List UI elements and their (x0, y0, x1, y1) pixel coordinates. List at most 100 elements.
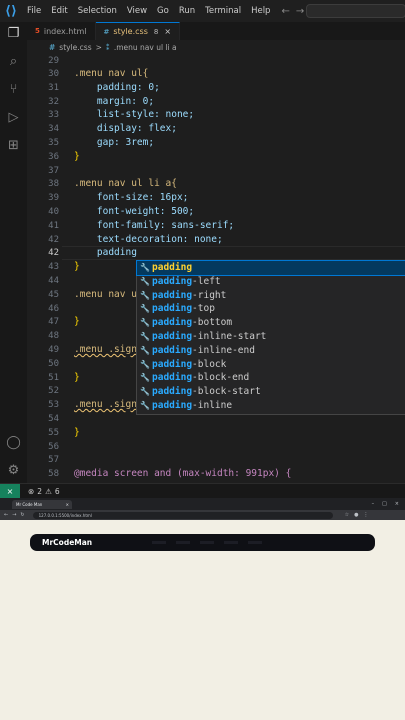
run-debug-icon[interactable]: ▷ (4, 108, 23, 127)
warning-count: 6 (54, 486, 60, 496)
back-arrow-icon[interactable]: ← (281, 6, 289, 17)
maximize-icon[interactable]: □ (382, 501, 387, 507)
error-count: 2 (37, 486, 43, 496)
close-window-icon[interactable]: × (395, 501, 399, 507)
code-line: 37 (27, 164, 405, 178)
menu-file[interactable]: File (22, 0, 46, 22)
wrench-icon: 🔧 (140, 400, 150, 410)
menu-selection[interactable]: Selection (73, 0, 122, 22)
suggestion-item[interactable]: 🔧 padding -inline-end (137, 344, 405, 358)
suggestion-item[interactable]: 🔧 padding (136, 260, 405, 276)
settings-gear-icon[interactable]: ⚙ (4, 461, 23, 480)
title-bar: ⟨⟩ File Edit Selection View Go Run Termi… (0, 0, 405, 22)
profile-icon[interactable]: ● (354, 512, 358, 518)
suggestion-rest: -bottom (192, 317, 233, 329)
code-text: display: flex; (74, 123, 177, 135)
more-menu-icon[interactable]: ⋮ (363, 512, 368, 518)
suggestion-item[interactable]: 🔧 padding -bottom (137, 316, 405, 330)
menu-help[interactable]: Help (246, 0, 275, 22)
explorer-icon[interactable]: ❐ (4, 24, 23, 43)
menu-terminal[interactable]: Terminal (200, 0, 246, 22)
line-number: 52 (48, 386, 59, 397)
reload-icon[interactable]: ↻ (20, 512, 24, 518)
tab-style-css[interactable]: # style.css 8 × (95, 22, 181, 40)
nav-arrows: ← → (281, 6, 304, 17)
nav-link[interactable] (248, 541, 263, 544)
suggestion-item[interactable]: 🔧 padding -left (137, 275, 405, 289)
line-number: 49 (48, 345, 59, 355)
code-line: 34 display: flex; (27, 122, 405, 136)
suggestion-rest: -block-end (192, 372, 250, 384)
code-text: gap: 3rem; (74, 137, 155, 148)
breadcrumb-file[interactable]: style.css (59, 43, 91, 52)
suggestion-item[interactable]: 🔧 padding -block-start (137, 385, 405, 399)
search-icon[interactable]: ⌕ (4, 52, 23, 71)
selector-symbol-icon: ⁑ (105, 42, 110, 52)
problems-count-badge: 8 (153, 27, 159, 36)
back-icon[interactable]: ← (4, 512, 8, 518)
suggestion-item[interactable]: 🔧 padding -block-end (137, 371, 405, 385)
breadcrumb-separator: > (95, 42, 102, 52)
vscode-window: ⟨⟩ File Edit Selection View Go Run Termi… (0, 0, 405, 499)
code-line-current: 42 padding (27, 246, 405, 261)
forward-icon[interactable]: → (12, 512, 16, 518)
suggestion-match: padding (152, 399, 193, 411)
line-number: 56 (48, 441, 59, 452)
menu-go[interactable]: Go (152, 0, 174, 22)
line-number: 39 (48, 193, 59, 204)
menu-edit[interactable]: Edit (46, 0, 72, 22)
problems-indicator[interactable]: ⊗ 2 ⚠ 6 (28, 487, 60, 496)
close-tab-icon[interactable]: × (66, 502, 69, 507)
line-number: 29 (48, 56, 59, 66)
account-icon[interactable]: ◯ (4, 433, 23, 452)
menu-bar: File Edit Selection View Go Run Terminal… (22, 0, 275, 22)
address-bar[interactable]: 127.0.0.1:5500/index.html (32, 511, 333, 519)
nav-link[interactable] (224, 541, 239, 544)
line-number: 55 (48, 427, 59, 438)
forward-arrow-icon[interactable]: → (296, 6, 304, 17)
remote-indicator-icon[interactable]: ⨯ (0, 483, 20, 499)
code-line: 38 .menu nav ul li a{ (27, 177, 405, 191)
status-bar: ⨯ ⊗ 2 ⚠ 6 (0, 483, 405, 499)
code-editor[interactable]: 29 30 .menu nav ul{ 31 padding: 0; 32 mar… (27, 54, 405, 483)
nav-link[interactable] (176, 541, 191, 544)
code-line: 58 @media screen and (max-width: 991px) { (27, 467, 405, 481)
menu-run[interactable]: Run (174, 0, 200, 22)
bookmark-star-icon[interactable]: ☆ (345, 512, 349, 518)
browser-tab[interactable]: Mr Code Man × (12, 499, 72, 509)
code-text: .menu .sign (74, 344, 137, 355)
suggestion-item[interactable]: 🔧 padding -inline-start (137, 330, 405, 344)
line-number: 48 (48, 331, 59, 342)
close-tab-icon[interactable]: × (164, 27, 171, 36)
line-number: 41 (48, 220, 59, 231)
line-number: 53 (48, 400, 59, 411)
suggestion-item[interactable]: 🔧 padding -right (137, 289, 405, 303)
suggestion-item[interactable]: 🔧 padding -block (137, 358, 405, 372)
suggestion-item[interactable]: 🔧 padding -inline (137, 399, 405, 413)
suggestion-item[interactable]: 🔧 padding -top (137, 302, 405, 316)
error-icon: ⊗ (28, 486, 35, 496)
breadcrumb-symbol[interactable]: .menu nav ul li a (114, 43, 177, 52)
site-brand[interactable]: MrCodeMan (42, 538, 92, 547)
nav-link[interactable] (152, 541, 167, 544)
code-line: 39 font-size: 16px; (27, 191, 405, 205)
nav-link[interactable] (200, 541, 215, 544)
line-number: 50 (48, 358, 59, 369)
suggestion-match: padding (152, 358, 193, 370)
menu-view[interactable]: View (122, 0, 152, 22)
line-number: 37 (48, 165, 59, 176)
code-line: 57 (27, 453, 405, 467)
code-text: font-family: sans-serif; (74, 219, 235, 231)
source-control-icon[interactable]: ⑂ (4, 80, 23, 99)
extensions-icon[interactable]: ⊞ (4, 136, 23, 155)
minimize-icon[interactable]: – (372, 501, 375, 507)
line-number: 57 (48, 455, 59, 466)
code-text: @media screen and (max-width: 991px) { (74, 468, 292, 480)
line-number: 32 (48, 96, 59, 107)
code-text: } (74, 316, 80, 328)
command-center-search[interactable] (306, 4, 405, 18)
tab-index-html[interactable]: 5 index.html (27, 22, 96, 40)
suggestion-rest: -top (192, 303, 215, 315)
line-number: 45 (48, 289, 59, 300)
code-line: 55} (27, 426, 405, 440)
